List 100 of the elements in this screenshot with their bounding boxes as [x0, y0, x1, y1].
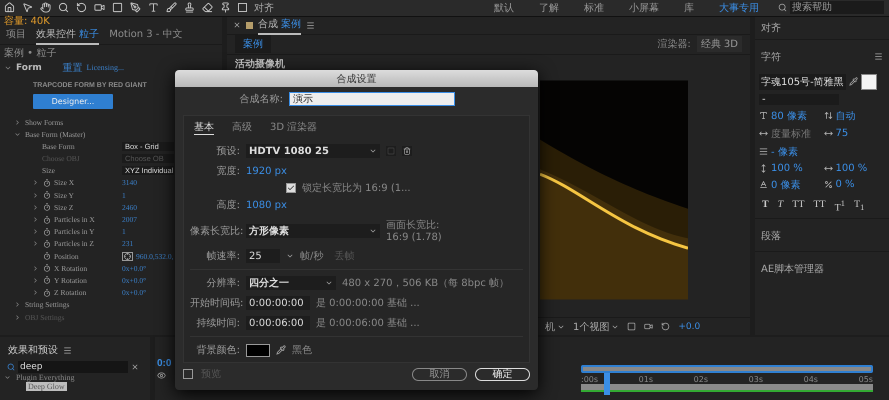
height-value[interactable]: 1080 px	[246, 200, 287, 210]
preview-checkbox[interactable]	[183, 369, 193, 379]
workspace-tab[interactable]: 大事专用	[719, 0, 759, 15]
timecode[interactable]: 0:0	[157, 358, 172, 369]
designer-button[interactable]: Designer...	[33, 94, 113, 109]
eye-icon[interactable]	[157, 370, 166, 380]
crosshair-icon[interactable]	[122, 252, 133, 261]
playhead[interactable]	[604, 373, 610, 396]
caret-icon[interactable]	[369, 147, 377, 155]
horizontal-scale-field[interactable]: 100 %	[836, 162, 868, 174]
text-style-button[interactable]: T$_{1}$	[854, 198, 864, 214]
stamp-icon[interactable]	[184, 2, 195, 14]
workspace-tab[interactable]: 默认	[494, 0, 514, 15]
reset-link[interactable]: 重置	[62, 60, 82, 75]
pixel-aspect-menu[interactable]: 方形像素	[246, 224, 380, 238]
search-field[interactable]: 搜索帮助	[790, 1, 884, 14]
camera-menu[interactable]: 机	[545, 320, 555, 334]
tree-folder[interactable]: Plugin Everything	[14, 373, 76, 382]
menu-icon[interactable]	[63, 346, 72, 355]
panel-tab[interactable]: 项目	[6, 25, 26, 46]
snap-checkbox[interactable]	[238, 3, 247, 12]
text-style-button[interactable]: T	[778, 198, 784, 214]
view-tab[interactable]: 案例	[235, 35, 271, 54]
caret-icon[interactable]	[325, 279, 333, 287]
kerning-field[interactable]: 度量标准	[771, 126, 811, 141]
stopwatch-icon[interactable]	[43, 264, 51, 272]
background-color-swatch[interactable]	[246, 344, 270, 356]
zoom-icon[interactable]	[58, 2, 69, 14]
font-menu[interactable]: 字魂105号-简雅黑	[759, 74, 846, 90]
workspace-tab[interactable]: 标准	[584, 0, 604, 15]
menu-icon[interactable]	[306, 20, 316, 30]
dialog-button[interactable]: 确定	[475, 368, 530, 380]
tree-item[interactable]: Deep Glow	[26, 382, 67, 392]
renderer-menu[interactable]: 经典 3D	[696, 36, 742, 52]
work-area-bar[interactable]	[581, 384, 873, 392]
square-icon[interactable]	[112, 2, 123, 14]
tsume-field[interactable]: 0 %	[836, 179, 855, 190]
frame-rate-field[interactable]: 25	[246, 249, 280, 263]
dialog-tab[interactable]: 基本	[194, 120, 214, 135]
baseline-shift-field[interactable]: 0 像素	[771, 178, 801, 192]
text-style-button[interactable]: TT	[792, 198, 804, 214]
camera-icon[interactable]	[94, 2, 105, 14]
stopwatch-icon[interactable]	[43, 240, 51, 248]
camera-icon[interactable]	[644, 322, 654, 332]
stroke-width-field[interactable]: - 像素	[771, 144, 798, 159]
eraser-icon[interactable]	[202, 2, 213, 14]
dialog-button[interactable]: 取消	[412, 368, 467, 380]
stopwatch-icon[interactable]	[43, 288, 51, 297]
zoom-bar[interactable]	[581, 365, 873, 374]
clear-icon[interactable]	[131, 363, 139, 372]
caret-icon[interactable]	[286, 252, 294, 260]
search-icon[interactable]	[7, 363, 15, 372]
text-style-button[interactable]: T$^{1}$	[834, 198, 845, 214]
name-field[interactable]: 演示	[289, 92, 455, 106]
font-size-field[interactable]: 80 像素	[771, 108, 807, 123]
fill-color-swatch[interactable]	[860, 74, 877, 90]
preset-menu[interactable]: HDTV 1080 25	[246, 144, 380, 158]
views-menu[interactable]: 1个视图	[573, 320, 610, 334]
stopwatch-icon[interactable]	[43, 178, 51, 187]
brush-icon[interactable]	[166, 2, 177, 14]
start-timecode-field[interactable]: 0:00:00:00	[246, 296, 310, 310]
stopwatch-icon[interactable]	[43, 203, 51, 212]
text-style-button[interactable]: TT	[813, 198, 826, 214]
lock-aspect-checkbox[interactable]	[286, 183, 296, 193]
leading-field[interactable]: 自动	[836, 108, 856, 123]
delete-icon[interactable]	[402, 146, 412, 156]
home-icon[interactable]	[4, 2, 15, 14]
text-icon[interactable]	[148, 2, 159, 14]
exposure-value[interactable]: +0.0	[678, 322, 700, 332]
panel-tab[interactable]: 效果控件 粒子	[36, 25, 100, 46]
licensing-link[interactable]: Licensing...	[86, 63, 124, 72]
vertical-scale-field[interactable]: 100 %	[771, 162, 803, 174]
dialog-tab[interactable]: 3D 渲染器	[270, 120, 318, 135]
resolution-menu[interactable]: 四分之一	[246, 276, 336, 290]
menu-icon[interactable]	[874, 52, 883, 62]
chevron-down-icon[interactable]	[4, 374, 12, 382]
font-style-menu[interactable]: -	[759, 94, 839, 105]
workspace-tab[interactable]: 小屏幕	[629, 0, 659, 15]
chevron-down-icon[interactable]	[14, 130, 22, 138]
rotate-icon[interactable]	[76, 2, 87, 14]
pen-icon[interactable]	[130, 2, 141, 14]
text-style-button[interactable]: T	[762, 198, 769, 214]
stopwatch-icon[interactable]	[43, 216, 51, 224]
hand-icon[interactable]	[40, 2, 51, 14]
dialog-tab[interactable]: 高级	[232, 120, 252, 135]
width-value[interactable]: 1920 px	[246, 166, 287, 176]
close-icon[interactable]	[233, 21, 241, 30]
eyedropper-icon[interactable]	[848, 77, 858, 86]
stopwatch-icon[interactable]	[43, 252, 51, 260]
duration-field[interactable]: 0:00:06:00	[246, 316, 310, 330]
stopwatch-icon[interactable]	[43, 228, 51, 236]
stopwatch-icon[interactable]	[43, 191, 51, 200]
stopwatch-icon[interactable]	[43, 276, 51, 284]
pin-icon[interactable]	[220, 2, 231, 14]
workspace-tab[interactable]: 库	[684, 0, 694, 15]
panel-tab[interactable]: Motion 3 - 中文	[109, 25, 183, 46]
eyedropper-icon[interactable]	[276, 345, 286, 355]
workspace-tab[interactable]: 了解	[539, 0, 559, 15]
search-field[interactable]: deep	[18, 361, 128, 374]
pointer-icon[interactable]	[22, 2, 33, 14]
